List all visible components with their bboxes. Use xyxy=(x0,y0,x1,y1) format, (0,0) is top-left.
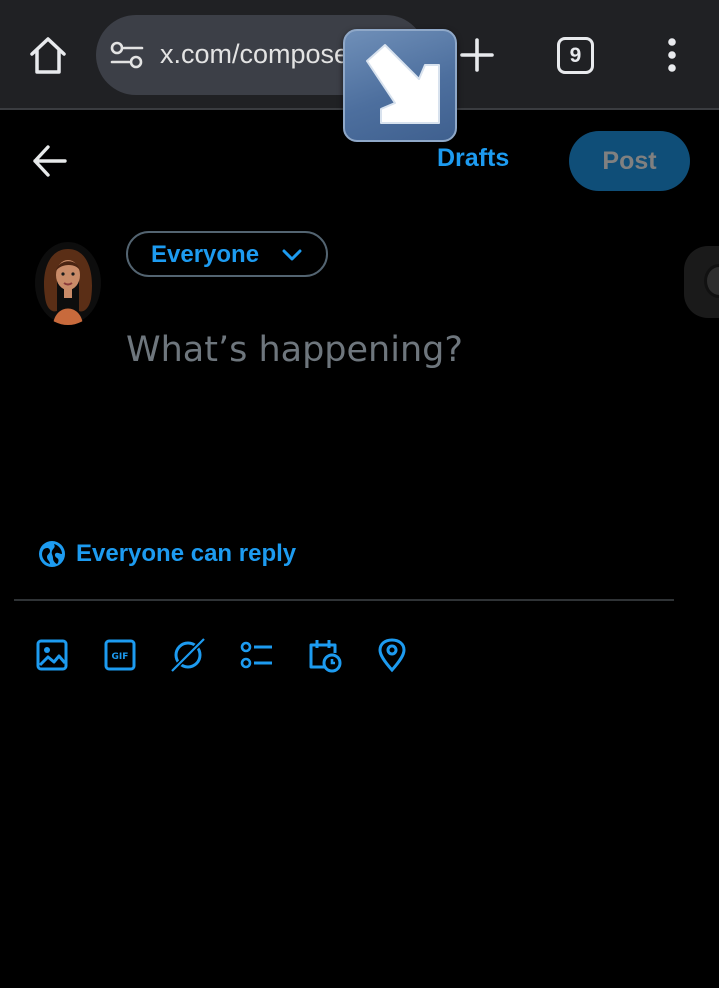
globe-icon xyxy=(38,540,66,568)
chevron-down-icon xyxy=(280,245,304,265)
avatar[interactable] xyxy=(33,241,103,325)
arrow-badge-icon xyxy=(343,29,457,142)
audience-label: Everyone xyxy=(151,241,260,268)
compose-input[interactable] xyxy=(126,320,666,380)
audience-selector[interactable]: Everyone xyxy=(126,231,328,277)
drafts-button[interactable]: Drafts xyxy=(437,144,509,173)
grok-icon[interactable] xyxy=(170,637,206,673)
side-handle-knob xyxy=(704,264,719,298)
poll-icon[interactable] xyxy=(238,637,274,673)
plus-icon[interactable] xyxy=(458,36,496,74)
tune-icon[interactable] xyxy=(110,41,144,69)
tab-switcher-button[interactable]: 9 xyxy=(557,37,594,74)
back-arrow-icon[interactable] xyxy=(30,142,70,180)
gif-icon[interactable]: GIF xyxy=(102,637,138,673)
post-button[interactable]: Post xyxy=(569,131,690,191)
location-icon[interactable] xyxy=(374,637,410,673)
reply-setting-button[interactable]: Everyone can reply xyxy=(38,538,296,570)
divider xyxy=(14,599,674,601)
image-icon[interactable] xyxy=(34,637,70,673)
side-panel-handle[interactable] xyxy=(684,246,719,318)
more-vert-icon[interactable] xyxy=(662,36,682,76)
home-icon[interactable] xyxy=(26,34,70,76)
schedule-icon[interactable] xyxy=(306,637,342,673)
reply-setting-label: Everyone can reply xyxy=(76,540,297,567)
svg-text:GIF: GIF xyxy=(112,652,129,662)
